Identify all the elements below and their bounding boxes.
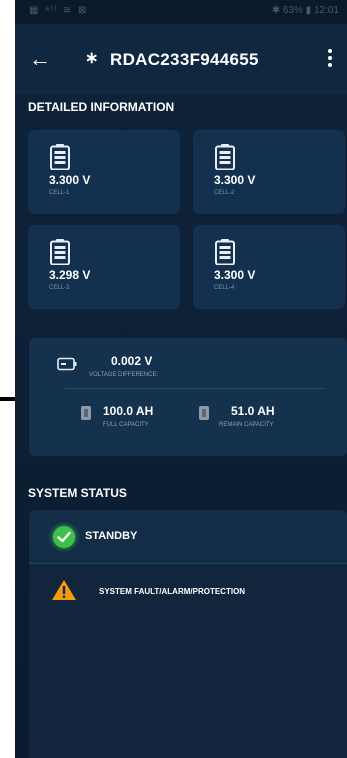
remain-capacity-value: 51.0 AH: [231, 404, 275, 418]
more-vert-icon[interactable]: [323, 46, 337, 72]
battery-icon: [199, 406, 209, 420]
detailed-information-heading: DETAILED INFORMATION: [28, 100, 175, 114]
cell-label: CELL-1: [49, 190, 70, 196]
battery-icon: [215, 144, 235, 170]
battery-icon: [81, 406, 91, 420]
cell-card-3: 3.298 V CELL-3: [28, 225, 180, 309]
fault-alarm-label: SYSTEM FAULT/ALARM/PROTECTION: [99, 587, 246, 596]
cell-card-2: 3.300 V CELL-2: [193, 130, 345, 214]
cell-label: CELL-2: [214, 190, 235, 196]
status-bar: ▦ ᵃˡˡ ≋ ⊠ ✱ 63% ▮ 12:01: [15, 0, 347, 24]
warning-triangle-icon: [52, 580, 76, 600]
cell-label: CELL-4: [214, 285, 235, 291]
cell-label: CELL-3: [49, 285, 70, 291]
device-title: RDAC233F944655: [110, 50, 259, 69]
summary-divider: [65, 388, 325, 389]
battery-icon: [215, 239, 235, 265]
voltage-difference-label: VOLTAGE DIFFERENCE:: [89, 372, 159, 378]
full-capacity-label: FULL CAPACITY: [103, 422, 149, 428]
cell-card-4: 3.300 V CELL-4: [193, 225, 345, 309]
battery-icon: [50, 144, 70, 170]
status-bar-left: ▦ ᵃˡˡ ≋ ⊠: [29, 5, 89, 16]
summary-card: 0.002 V VOLTAGE DIFFERENCE: 100.0 AH FUL…: [29, 338, 347, 456]
bluetooth-icon: ∗: [85, 50, 99, 67]
standby-row: STANDBY: [29, 510, 347, 564]
app-screen: ▦ ᵃˡˡ ≋ ⊠ ✱ 63% ▮ 12:01 ← ∗ RDAC233F9446…: [15, 0, 347, 758]
app-bar: ← ∗ RDAC233F944655: [15, 24, 347, 94]
remain-capacity-label: REMAIN CAPACITY: [219, 422, 274, 428]
system-status-card: STANDBY SYSTEM FAULT/ALARM/PROTECTION: [29, 510, 347, 758]
cell-voltage: 3.300 V: [49, 173, 91, 187]
cell-voltage: 3.298 V: [49, 268, 91, 282]
check-circle-icon: [53, 526, 75, 548]
full-capacity-value: 100.0 AH: [103, 404, 154, 418]
cell-card-1: 3.300 V CELL-1: [28, 130, 180, 214]
voltage-difference-value: 0.002 V: [111, 354, 153, 368]
status-state: STANDBY: [85, 530, 138, 542]
cell-voltage: 3.300 V: [214, 268, 256, 282]
status-bar-right: ✱ 63% ▮ 12:01: [271, 5, 339, 16]
system-status-heading: SYSTEM STATUS: [28, 486, 127, 500]
arrow-left-icon[interactable]: ←: [29, 48, 51, 70]
battery-horizontal-icon: [57, 357, 77, 371]
cell-voltage: 3.300 V: [214, 173, 256, 187]
battery-icon: [50, 239, 70, 265]
